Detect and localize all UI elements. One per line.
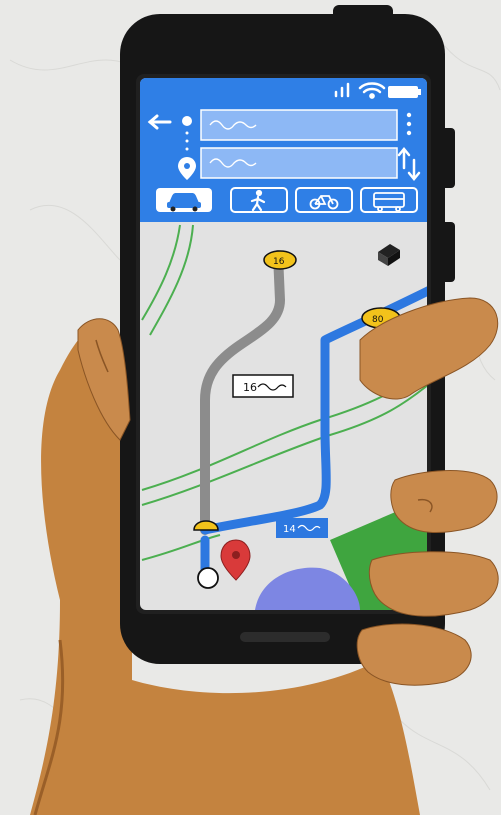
destination-field[interactable] — [200, 147, 398, 179]
battery-icon — [388, 86, 421, 98]
hand-holding-phone-illustration: 16 14 16 80 — [9, 5, 501, 815]
route-label-16-text: 16 — [243, 381, 257, 394]
route-label-16: 16 — [232, 374, 294, 398]
origin-field[interactable] — [200, 109, 398, 141]
origin-dot-icon — [182, 116, 192, 126]
route-label-14: 14 — [276, 518, 328, 538]
hand-finger-2 — [368, 551, 499, 617]
hand-finger-1 — [390, 470, 498, 533]
current-location-icon — [197, 567, 219, 589]
tab-car[interactable] — [156, 188, 212, 212]
highway-badge-16: 16 — [263, 250, 297, 270]
highway-badge-16-text: 16 — [273, 257, 285, 267]
more-options-icon[interactable] — [406, 112, 412, 136]
hand-finger-3 — [356, 623, 472, 686]
route-label-14-text: 14 — [283, 524, 296, 535]
status-bar — [140, 78, 427, 104]
